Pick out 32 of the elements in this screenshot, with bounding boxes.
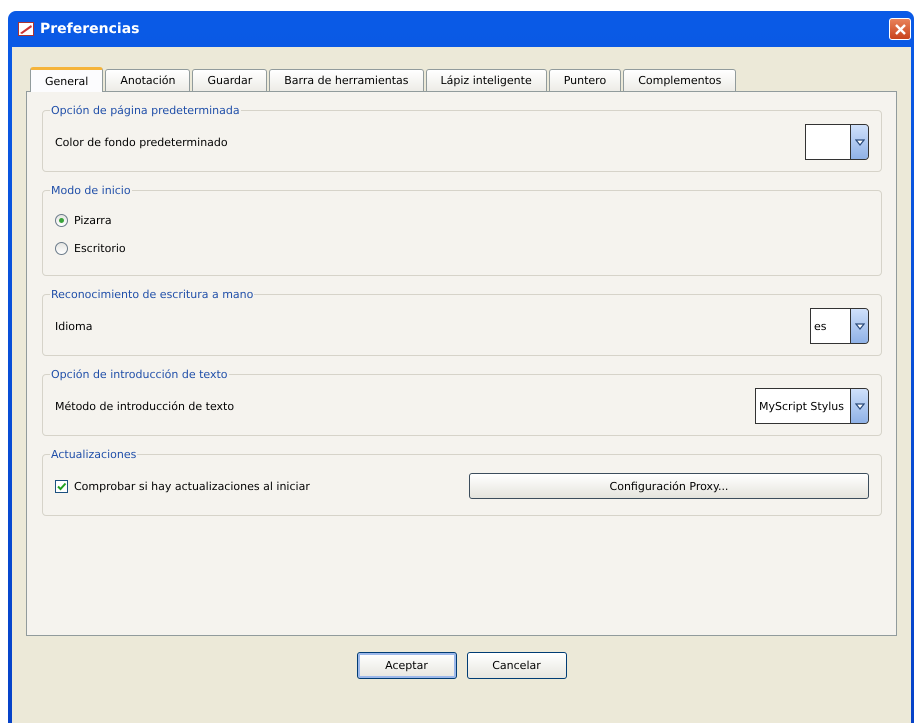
- proxy-button[interactable]: Configuración Proxy...: [469, 473, 869, 499]
- radio-option[interactable]: Pizarra: [55, 209, 869, 231]
- group-title: Opción de página predeterminada: [50, 104, 241, 117]
- tab[interactable]: Lápiz inteligente: [426, 69, 547, 91]
- group-title: Modo de inicio: [50, 184, 132, 197]
- close-icon: [894, 22, 906, 36]
- caret-icon: [854, 322, 864, 330]
- dialog-button[interactable]: Cancelar: [466, 652, 566, 679]
- tab[interactable]: Barra de herramientas: [269, 69, 424, 91]
- window-title: Preferencias: [40, 21, 140, 37]
- radio-option[interactable]: Escritorio: [55, 237, 869, 259]
- close-button[interactable]: [889, 18, 911, 40]
- field-label: Color de fondo predeterminado: [55, 136, 228, 148]
- tab[interactable]: Puntero: [548, 69, 622, 91]
- group-title: Opción de introducción de texto: [50, 368, 229, 381]
- dropdown[interactable]: es: [810, 308, 869, 344]
- tab[interactable]: Complementos: [623, 69, 736, 91]
- tab[interactable]: Anotación: [105, 69, 190, 91]
- caret-icon: [854, 402, 864, 410]
- checkmark-icon: [56, 480, 67, 492]
- field-label: Idioma: [55, 320, 92, 332]
- tab[interactable]: Guardar: [192, 69, 268, 91]
- field-label: Método de introducción de texto: [55, 400, 234, 412]
- tab[interactable]: General: [30, 67, 104, 92]
- caret-icon: [854, 138, 864, 146]
- group-title: Reconocimiento de escritura a mano: [50, 288, 254, 301]
- group-title: Actualizaciones: [50, 448, 138, 461]
- dialog-button[interactable]: Aceptar: [356, 652, 456, 679]
- app-icon: [18, 22, 34, 36]
- dropdown[interactable]: [805, 124, 869, 160]
- checkbox-option[interactable]: Comprobar si hay actualizaciones al iniciar: [55, 480, 310, 492]
- dropdown[interactable]: MyScript Stylus: [755, 388, 869, 424]
